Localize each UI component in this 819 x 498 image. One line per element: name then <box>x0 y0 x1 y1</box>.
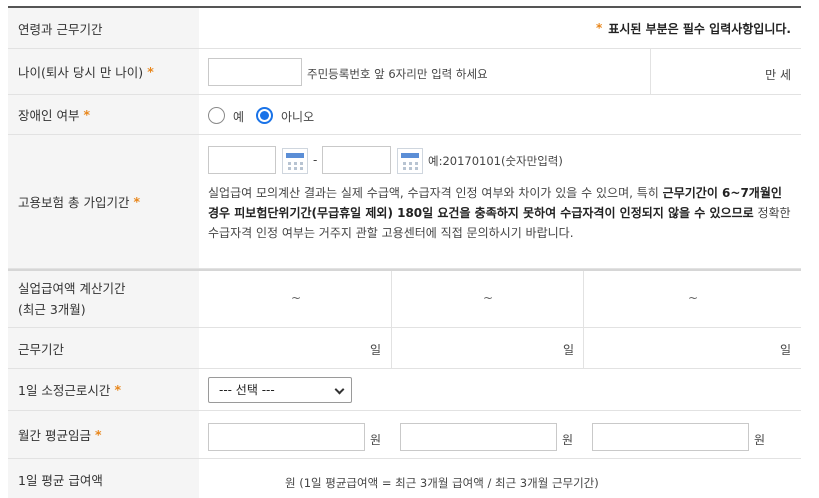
wage-unit-3: 원 <box>754 433 766 447</box>
calc-divider-2 <box>583 271 584 327</box>
start-calendar-icon[interactable] <box>282 148 308 174</box>
age-label: 나이(퇴사 당시 만 나이) * <box>8 49 199 94</box>
daily-hours-label: 1일 소정근로시간 * <box>8 369 199 410</box>
insurance-period-row: 고용보험 총 가입기간 * - 예:20170101(숫자만입력) 실업급여 모의… <box>8 135 801 269</box>
work-days-unit-2: 일 <box>563 343 575 357</box>
section-header-row: 연령과 근무기간 * 표시된 부분은 필수 입력사항입니다. <box>8 8 801 49</box>
days-divider-1 <box>391 328 392 368</box>
required-note: * 표시된 부분은 필수 입력사항입니다. <box>596 8 791 48</box>
disability-label-text: 장애인 여부 <box>18 108 80 123</box>
age-unit: 만 세 <box>765 68 791 82</box>
monthly-wage-row: 월간 평균임금 * 원 원 원 <box>8 411 801 459</box>
work-days-unit-3: 일 <box>780 343 792 357</box>
calc-divider-1 <box>391 271 392 327</box>
chevron-down-icon <box>334 384 345 395</box>
date-format-hint: 예:20170101(숫자만입력) <box>428 154 563 168</box>
disability-no-radio[interactable] <box>256 107 273 124</box>
period-separator: - <box>313 153 318 167</box>
notice-text-1: 실업급여 모의계산 결과는 실제 수급액, 수급자격 인정 여부와 차이가 있을… <box>208 186 663 200</box>
age-hint: 주민등록번호 앞 6자리만 입력 하세요 <box>307 67 488 81</box>
end-calendar-icon[interactable] <box>397 148 423 174</box>
required-star: * <box>596 21 603 35</box>
disability-required-star: * <box>83 107 91 122</box>
disability-row: 장애인 여부 * 예 아니오 <box>8 95 801 135</box>
wage-input-2[interactable] <box>400 423 557 451</box>
daily-hours-required-star: * <box>114 382 121 397</box>
insurance-notice: 실업급여 모의계산 결과는 실제 수급액, 수급자격 인정 여부와 차이가 있을… <box>208 183 793 243</box>
period-2: ~ <box>483 291 494 305</box>
insurance-end-input[interactable] <box>322 146 391 174</box>
unemployment-benefit-form: 연령과 근무기간 * 표시된 부분은 필수 입력사항입니다. 나이(퇴사 당시 … <box>8 6 801 498</box>
wage-unit-1: 원 <box>370 433 382 447</box>
age-input[interactable] <box>208 58 302 86</box>
work-days-row: 근무기간 일 일 일 <box>8 328 801 369</box>
disability-label: 장애인 여부 * <box>8 95 199 134</box>
disability-yes-radio[interactable] <box>208 107 225 124</box>
period-1: ~ <box>291 291 302 305</box>
work-days-label-text: 근무기간 <box>18 341 65 357</box>
daily-hours-select[interactable]: --- 선택 --- <box>208 377 352 403</box>
calc-period-label: 실업급여액 계산기간 (최근 3개월) <box>8 271 199 327</box>
wage-unit-2: 원 <box>562 433 574 447</box>
calc-period-label-line1: 실업급여액 계산기간 <box>18 281 126 296</box>
calc-period-row: 실업급여액 계산기간 (최근 3개월) ~ ~ ~ <box>8 269 801 328</box>
insurance-start-input[interactable] <box>208 146 276 174</box>
insurance-required-star: * <box>133 194 140 209</box>
insurance-period-label: 고용보험 총 가입기간 * <box>8 135 199 268</box>
section-title-text: 연령과 근무기간 <box>18 21 103 37</box>
daily-benefit-formula: 원 (1일 평균급여액 = 최근 3개월 급여액 / 최근 3개월 근무기간) <box>285 476 599 490</box>
wage-input-3[interactable] <box>592 423 749 451</box>
daily-benefit-label-text: 1일 평균 급여액 <box>18 473 103 488</box>
days-divider-2 <box>583 328 584 368</box>
work-days-unit-1: 일 <box>370 343 382 357</box>
age-row: 나이(퇴사 당시 만 나이) * 주민등록번호 앞 6자리만 입력 하세요 만 세 <box>8 49 801 95</box>
required-note-text: 표시된 부분은 필수 입력사항입니다. <box>608 21 791 36</box>
section-title: 연령과 근무기간 <box>8 8 199 48</box>
insurance-period-label-text: 고용보험 총 가입기간 <box>18 195 130 210</box>
monthly-wage-label-text: 월간 평균임금 <box>18 428 91 443</box>
daily-hours-row: 1일 소정근로시간 * --- 선택 --- <box>8 369 801 411</box>
daily-hours-selected: --- 선택 --- <box>219 383 275 397</box>
daily-benefit-label: 1일 평균 급여액 <box>8 459 199 498</box>
period-3: ~ <box>688 291 699 305</box>
age-required-star: * <box>147 64 154 79</box>
age-label-text: 나이(퇴사 당시 만 나이) <box>18 65 144 80</box>
monthly-wage-required-star: * <box>94 427 102 442</box>
disability-no-label: 아니오 <box>281 110 315 124</box>
calc-period-label-line2: (최근 3개월) <box>18 302 86 317</box>
daily-benefit-row: 1일 평균 급여액 원 (1일 평균급여액 = 최근 3개월 급여액 / 최근 … <box>8 459 801 498</box>
wage-input-1[interactable] <box>208 423 365 451</box>
monthly-wage-label: 월간 평균임금 * <box>8 411 199 458</box>
daily-hours-label-text: 1일 소정근로시간 <box>18 383 111 398</box>
age-divider <box>650 49 651 94</box>
work-days-label: 근무기간 <box>8 328 199 368</box>
disability-yes-label: 예 <box>233 110 245 124</box>
